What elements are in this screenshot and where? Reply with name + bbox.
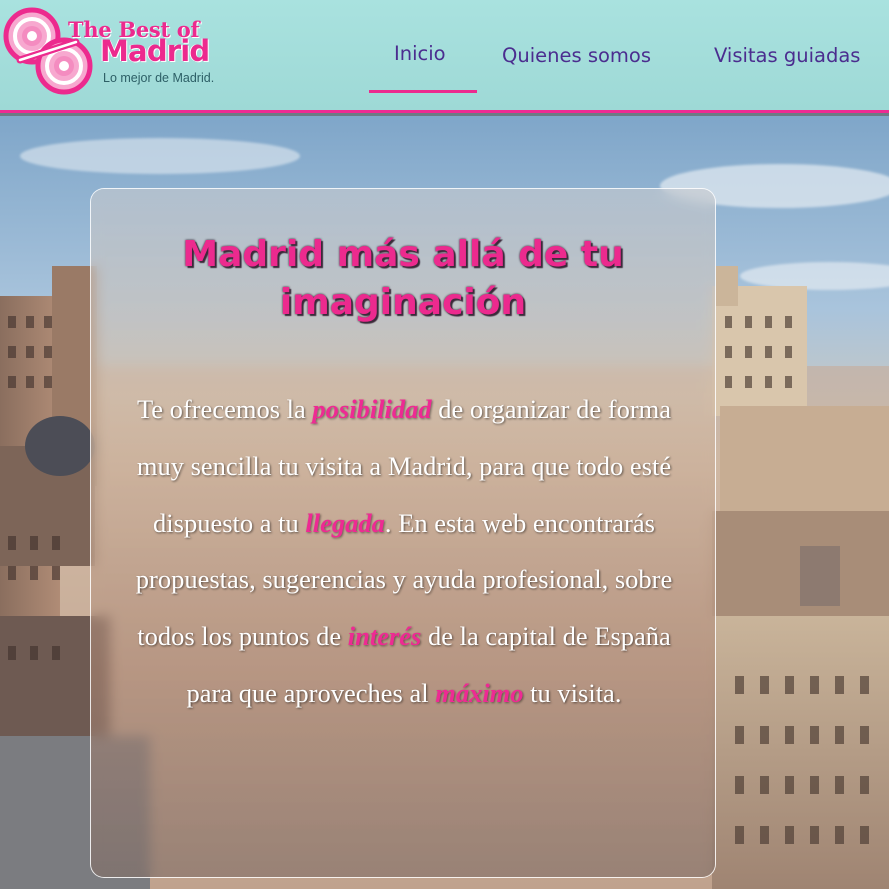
nav-item-quienes-somos[interactable]: Quienes somos — [502, 44, 651, 67]
paragraph-text: tu visita. — [523, 677, 622, 708]
main-nav: Inicio Quienes somos Visitas guiadas — [0, 0, 889, 113]
highlight-maximo: máximo — [435, 677, 524, 708]
paragraph-text: Te ofrecemos la — [136, 394, 313, 424]
hero-card: Madrid más allá de tu imaginación Te ofr… — [90, 188, 716, 878]
site-header: The Best of Madrid Lo mejor de Madrid. I… — [0, 0, 889, 113]
highlight-interes: interés — [347, 621, 422, 652]
hero-paragraph: Te ofrecemos la posibilidad de organizar… — [121, 381, 687, 722]
nav-item-inicio[interactable]: Inicio — [394, 42, 446, 65]
hero-title: Madrid más allá de tu imaginación — [91, 231, 715, 327]
highlight-posibilidad: posibilidad — [312, 394, 432, 424]
hero-section: Madrid más allá de tu imaginación Te ofr… — [0, 116, 889, 889]
highlight-llegada: llegada — [305, 507, 385, 538]
hero-title-line2: imaginación — [279, 282, 527, 323]
nav-active-indicator — [369, 90, 477, 93]
nav-item-visitas-guiadas[interactable]: Visitas guiadas — [714, 44, 860, 67]
hero-title-line1: Madrid más allá de tu — [182, 234, 624, 275]
